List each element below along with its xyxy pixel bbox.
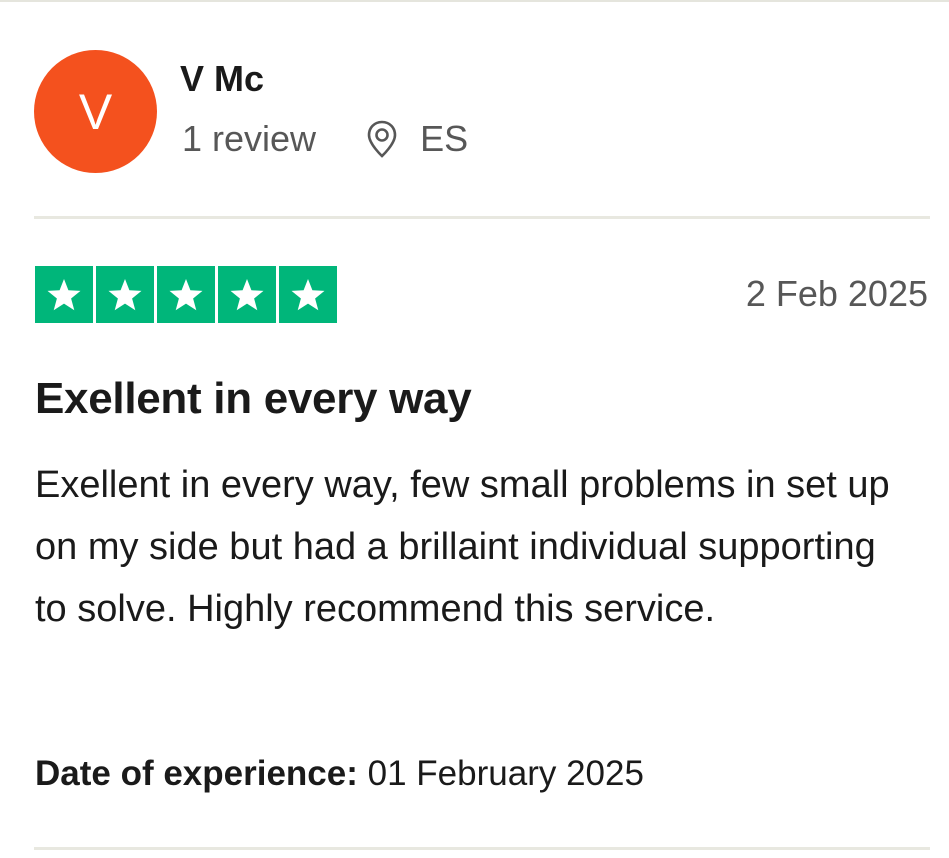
reviewer-country: ES <box>420 118 469 159</box>
review-body: Exellent in every way, few small problem… <box>35 464 890 630</box>
location-pin-icon <box>364 119 400 159</box>
avatar[interactable]: V <box>34 50 157 173</box>
star-icon <box>96 266 154 323</box>
divider <box>34 847 930 850</box>
star-icon <box>35 266 93 323</box>
reviewer-meta: 1 review ES <box>182 118 468 160</box>
experience-date: 01 February 2025 <box>367 754 644 793</box>
experience-label: Date of experience: <box>35 754 358 793</box>
review-count: 1 review <box>182 118 317 159</box>
reviewer-name[interactable]: V Mc <box>180 58 264 100</box>
star-icon <box>218 266 276 323</box>
date-of-experience: Date of experience: 01 February 2025 <box>35 754 644 794</box>
star-icon <box>279 266 337 323</box>
star-icon <box>157 266 215 323</box>
review-title: Exellent in every way <box>35 374 472 423</box>
review-date: 2 Feb 2025 <box>745 273 928 314</box>
avatar-initial: V <box>78 83 113 140</box>
review-card: V V Mc 1 review ES 2 Feb 2025 Exellent i… <box>0 0 949 858</box>
divider <box>34 216 930 219</box>
star-rating <box>35 266 337 323</box>
